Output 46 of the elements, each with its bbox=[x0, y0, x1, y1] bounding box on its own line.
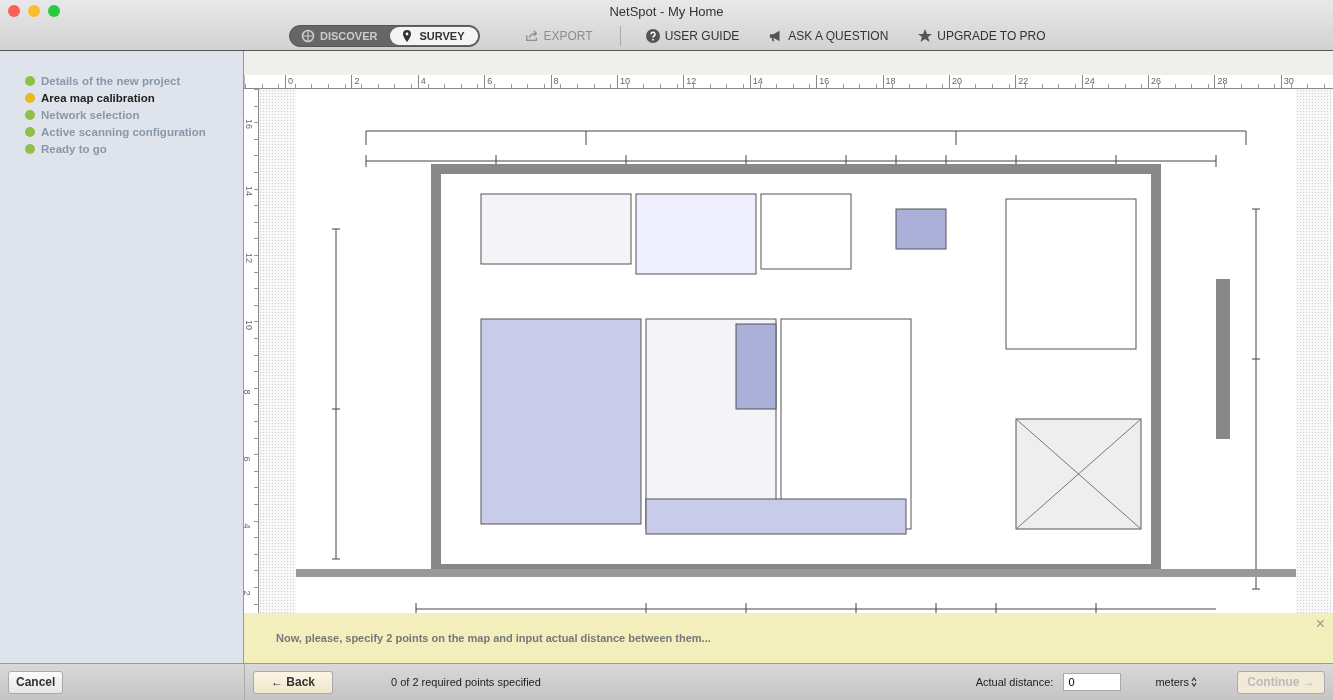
ruler-label: 2 bbox=[244, 590, 252, 596]
distance-label: Actual distance: bbox=[975, 676, 1054, 688]
ruler-label: 30 bbox=[1280, 75, 1333, 88]
export-icon bbox=[524, 29, 539, 43]
back-button[interactable]: ← Back bbox=[253, 670, 333, 694]
close-window-button[interactable] bbox=[8, 5, 20, 17]
ruler-label: 12 bbox=[244, 253, 254, 263]
window-title: NetSpot - My Home bbox=[609, 3, 724, 19]
ruler-label: 22 bbox=[1015, 75, 1082, 88]
ruler-label: 16 bbox=[816, 75, 883, 88]
ruler-label: 10 bbox=[616, 75, 684, 88]
ruler-label: 18 bbox=[882, 75, 949, 88]
toolbar-button[interactable]: ASK A QUESTION bbox=[769, 29, 889, 43]
toolbar-button[interactable]: USER GUIDE bbox=[645, 29, 740, 43]
star-icon bbox=[918, 29, 933, 43]
minimize-window-button[interactable] bbox=[28, 5, 40, 17]
ruler-label: 28 bbox=[1214, 75, 1281, 88]
ruler-label: 4 bbox=[417, 75, 485, 88]
cancel-button[interactable]: Cancel bbox=[8, 670, 64, 694]
ruler-label: 14 bbox=[244, 186, 254, 196]
ruler-label: 14 bbox=[749, 75, 817, 88]
ruler-label: 26 bbox=[1148, 75, 1215, 88]
toolbar-button[interactable]: UPGRADE TO PRO bbox=[918, 29, 1046, 43]
ruler-label: 16 bbox=[244, 119, 254, 129]
zoom-window-button[interactable] bbox=[48, 5, 60, 17]
ruler-label: 10 bbox=[244, 320, 254, 330]
help-icon bbox=[645, 29, 660, 43]
ruler-label: 8 bbox=[244, 389, 252, 395]
mode-tab[interactable]: SURVEY bbox=[390, 27, 478, 45]
mode-tab[interactable]: DISCOVER bbox=[291, 27, 391, 45]
ruler-label: 6 bbox=[244, 456, 252, 462]
ruler-label: 8 bbox=[550, 75, 617, 88]
crosshair-icon bbox=[301, 29, 315, 43]
ruler-label: 20 bbox=[948, 75, 1016, 88]
ruler-label: 0 bbox=[285, 75, 352, 88]
updown-icon bbox=[1191, 677, 1197, 687]
ruler-label: 6 bbox=[484, 75, 551, 88]
ruler-label: 12 bbox=[683, 75, 750, 88]
status-text: 0 of 2 required points specified bbox=[391, 676, 541, 688]
ruler-label: 2 bbox=[351, 75, 418, 88]
hint-text: Now, please, specify 2 points on the map and input actual distance between them... bbox=[276, 632, 711, 644]
ruler-label: 24 bbox=[1081, 75, 1149, 88]
step-label[interactable]: Area map calibration bbox=[41, 92, 155, 104]
ruler-label: 4 bbox=[244, 523, 252, 529]
unit-select[interactable]: meters bbox=[1155, 676, 1197, 688]
distance-input[interactable]: 0 bbox=[1063, 673, 1122, 691]
